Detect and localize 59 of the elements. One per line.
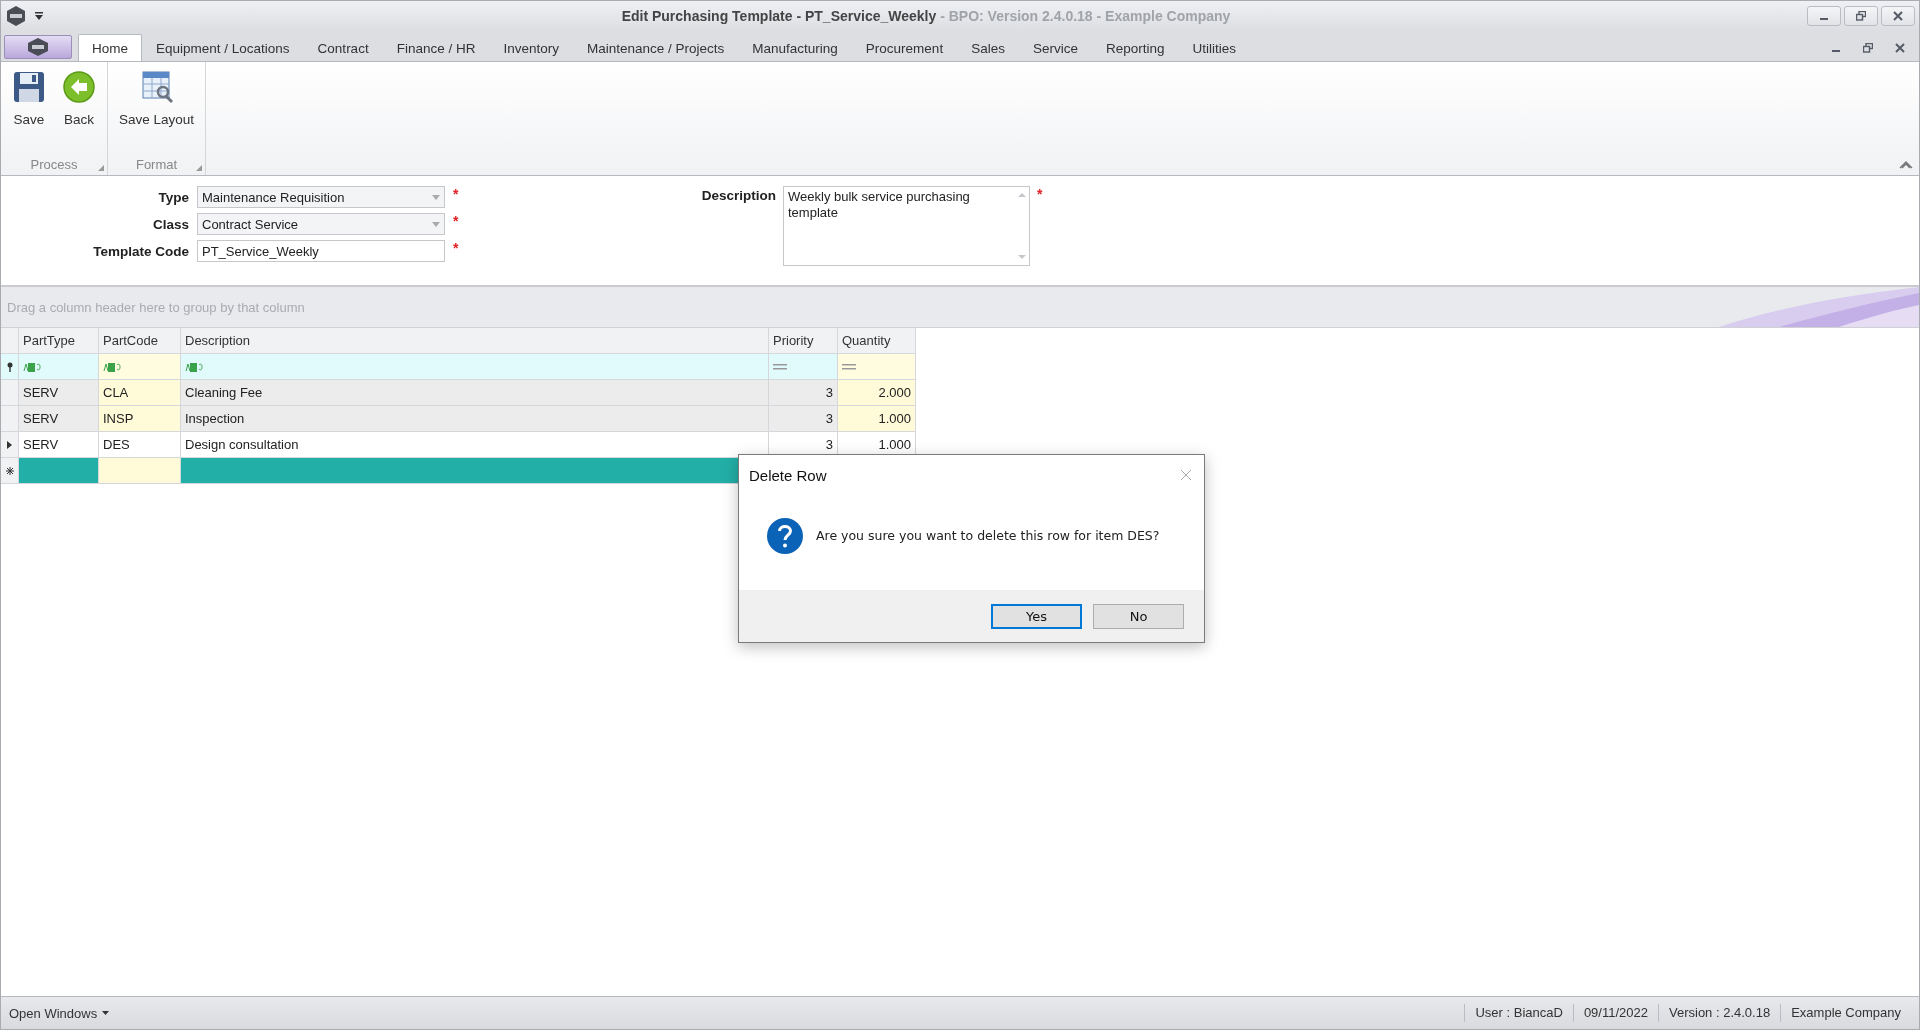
group-panel-hint: Drag a column header here to group by that column [7, 299, 305, 315]
ribbon-button[interactable]: Back [54, 66, 104, 153]
ribbon-button[interactable]: Save Layout [111, 66, 203, 153]
dialog-button[interactable]: No [1093, 603, 1184, 629]
dropdown-field[interactable]: Maintenance Requisition [197, 186, 445, 208]
open-windows-button[interactable]: Open Windows [9, 1005, 110, 1021]
status-item: Example Company [1780, 1004, 1911, 1022]
dialog-title: Delete Row [749, 466, 827, 484]
ribbon-tab[interactable]: Utilities [1178, 34, 1250, 61]
column-header[interactable]: PartType [19, 328, 99, 354]
ribbon-tab[interactable]: Sales [957, 34, 1019, 61]
column-header[interactable]: Quantity [838, 328, 916, 354]
column-header[interactable]: Priority [769, 328, 838, 354]
table-cell: SERV [19, 406, 99, 432]
table-cell: 3 [769, 406, 838, 432]
table-cell: DES [99, 432, 181, 458]
dialog-message: Are you sure you want to delete this row for item DES? [816, 528, 1160, 543]
field-label: Class [151, 216, 189, 232]
ribbon-tab[interactable]: Service [1018, 34, 1092, 61]
required-mark: * [453, 186, 460, 202]
dropdown-field[interactable]: Contract Service [197, 213, 445, 235]
ribbon-button[interactable]: Save [4, 66, 54, 153]
table-cell: SERV [19, 380, 99, 406]
table-cell: 3 [769, 380, 838, 406]
window-title: Edit Purchasing Template - PT_Service_Weekly [621, 8, 937, 24]
ribbon-tab[interactable]: Contract [303, 34, 383, 61]
ribbon-tab[interactable]: Reporting [1091, 34, 1179, 61]
ribbon-tab[interactable]: Inventory [489, 34, 573, 61]
table-cell: Inspection [181, 406, 769, 432]
column-header[interactable]: PartCode [99, 328, 181, 354]
table-cell: INSP [99, 406, 181, 432]
table-cell: Cleaning Fee [181, 380, 769, 406]
table-cell: 2.000 [838, 380, 916, 406]
dialog-button[interactable]: Yes [991, 603, 1082, 629]
table-cell: Design consultation [181, 432, 769, 458]
required-mark: * [1037, 186, 1043, 202]
status-item: Version : 2.4.0.18 [1658, 1004, 1781, 1022]
status-item: User : BiancaD [1464, 1004, 1573, 1022]
field-label: Type [157, 189, 189, 205]
table-cell: 1.000 [838, 406, 916, 432]
field-label: Template Code [92, 243, 189, 259]
description-field[interactable]: Weekly bulk service purchasing template [783, 186, 1030, 266]
table-cell: SERV [19, 432, 99, 458]
field-label: Description [700, 188, 776, 203]
ribbon-tab[interactable]: Procurement [851, 34, 958, 61]
status-item: 09/11/2022 [1572, 1004, 1658, 1022]
ribbon-tab[interactable]: Home [78, 34, 142, 61]
column-header[interactable]: Description [181, 328, 769, 354]
ribbon-tab[interactable]: Finance / HR [382, 34, 490, 61]
input-field[interactable]: PT_Service_Weekly [197, 240, 445, 262]
window-subtitle: - BPO: Version 2.4.0.18 - Example Company [940, 8, 1231, 24]
ribbon-tab[interactable]: Maintenance / Projects [572, 34, 739, 61]
ribbon-tab[interactable]: Equipment / Locations [142, 34, 304, 61]
group-label: Format [135, 156, 178, 172]
required-mark: * [453, 213, 460, 229]
required-mark: * [453, 240, 460, 256]
ribbon-tab[interactable]: Manufacturing [738, 34, 852, 61]
table-cell: CLA [99, 380, 181, 406]
group-label: Process [30, 156, 78, 172]
